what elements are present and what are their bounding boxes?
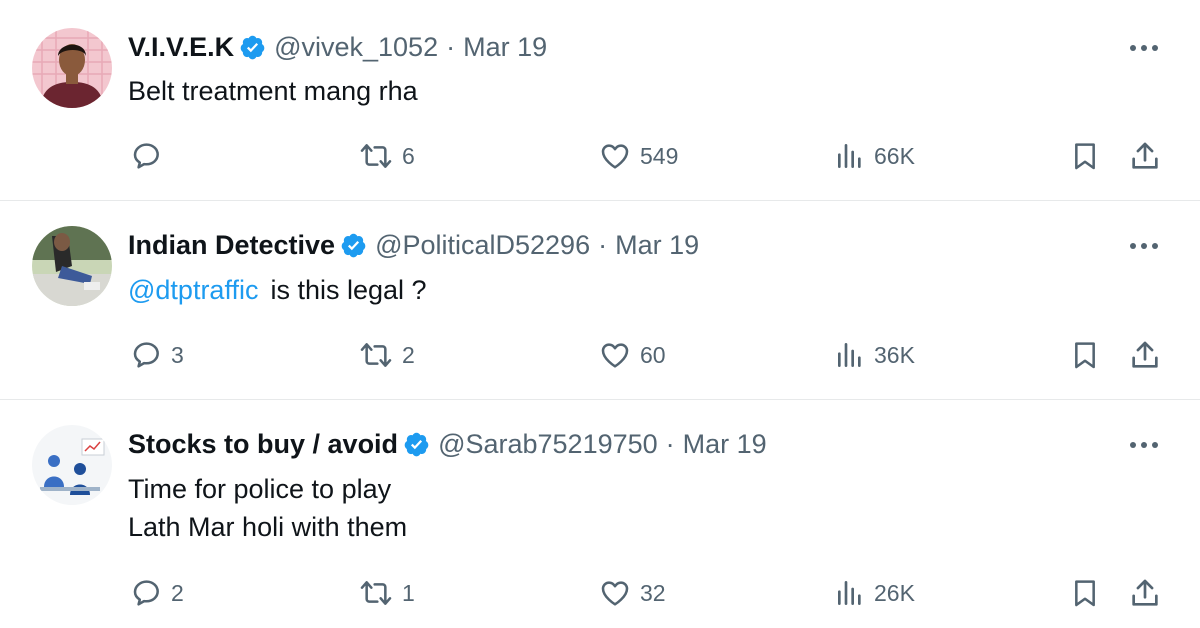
tweet-1[interactable]: V.I.V.E.K @vivek_1052 · Mar 19 Belt trea…	[0, 0, 1200, 200]
tweet-header: V.I.V.E.K @vivek_1052 · Mar 19	[128, 30, 547, 64]
retweet-icon	[360, 581, 392, 605]
tweet-text: Time for police to play Lath Mar holi wi…	[128, 470, 407, 546]
reply-icon	[133, 342, 159, 368]
avatar-image	[32, 28, 112, 108]
share-button[interactable]	[1128, 335, 1162, 375]
views-count: 26K	[874, 579, 915, 606]
tweet-text: Belt treatment mang rha	[128, 72, 418, 110]
bookmark-button[interactable]	[1069, 335, 1101, 375]
views-count: 36K	[874, 341, 915, 368]
more-options-icon[interactable]	[1126, 231, 1162, 261]
retweet-count: 2	[402, 341, 415, 368]
separator-dot: ·	[446, 31, 456, 62]
heart-icon	[601, 581, 629, 606]
reply-count: 2	[171, 579, 184, 606]
tweet-date[interactable]: Mar 19	[463, 32, 547, 63]
bookmark-icon	[1075, 143, 1095, 170]
tweet-3[interactable]: Stocks to buy / avoid @Sarab75219750 · M…	[0, 400, 1200, 628]
share-icon	[1132, 142, 1158, 169]
views-icon	[838, 581, 861, 605]
retweet-icon	[360, 343, 392, 367]
tweet-text-line: Lath Mar holi with them	[128, 512, 408, 542]
tweet-2[interactable]: Indian Detective @PoliticalD52296 · Mar …	[0, 201, 1200, 399]
like-count: 60	[640, 341, 666, 368]
author-name[interactable]: Stocks to buy / avoid	[128, 429, 398, 460]
like-count: 32	[640, 579, 666, 606]
bookmark-icon	[1075, 580, 1095, 607]
more-options-icon[interactable]	[1126, 430, 1162, 460]
retweet-button[interactable]: 2	[358, 335, 415, 375]
tweet-text-line: Time for police to play	[128, 474, 392, 504]
verified-icon	[403, 431, 430, 458]
views-icon	[838, 343, 861, 367]
retweet-icon	[360, 144, 392, 168]
share-icon	[1132, 341, 1158, 368]
reply-icon	[133, 143, 159, 169]
separator-dot: ·	[598, 229, 608, 260]
separator-dot: ·	[665, 428, 675, 459]
tweet-date[interactable]: Mar 19	[683, 429, 767, 460]
author-name[interactable]: Indian Detective	[128, 230, 335, 261]
author-handle[interactable]: @vivek_1052	[274, 32, 438, 63]
like-count: 549	[640, 142, 679, 169]
avatar-image	[32, 425, 112, 505]
bookmark-button[interactable]	[1069, 573, 1101, 613]
tweet-header: Indian Detective @PoliticalD52296 · Mar …	[128, 228, 699, 262]
retweet-count: 1	[402, 579, 415, 606]
reply-button[interactable]: 2	[131, 573, 184, 613]
tweet-header: Stocks to buy / avoid @Sarab75219750 · M…	[128, 427, 767, 461]
bookmark-button[interactable]	[1069, 136, 1101, 176]
tweet-text-content: is this legal ?	[270, 275, 427, 305]
reply-icon	[133, 580, 159, 606]
more-options-icon[interactable]	[1126, 33, 1162, 63]
heart-icon	[601, 343, 629, 368]
like-button[interactable]: 60	[598, 335, 666, 375]
retweet-count: 6	[402, 142, 415, 169]
tweet-text: @dtptraffic is this legal ?	[128, 271, 427, 309]
reply-button[interactable]	[131, 136, 163, 176]
verified-icon	[340, 232, 367, 259]
retweet-button[interactable]: 6	[358, 136, 415, 176]
like-button[interactable]: 549	[598, 136, 678, 176]
views-button[interactable]: 66K	[834, 136, 915, 176]
bookmark-icon	[1075, 342, 1095, 369]
reply-button[interactable]: 3	[131, 335, 184, 375]
tweet-date[interactable]: Mar 19	[615, 230, 699, 261]
author-name[interactable]: V.I.V.E.K	[128, 32, 234, 63]
author-handle[interactable]: @PoliticalD52296	[375, 230, 590, 261]
avatar-image	[32, 226, 112, 306]
avatar-vivek[interactable]	[32, 28, 112, 108]
like-button[interactable]: 32	[598, 573, 666, 613]
views-button[interactable]: 26K	[834, 573, 915, 613]
avatar-indian-detective[interactable]	[32, 226, 112, 306]
views-button[interactable]: 36K	[834, 335, 915, 375]
share-button[interactable]	[1128, 136, 1162, 176]
avatar-stocks[interactable]	[32, 425, 112, 505]
views-count: 66K	[874, 142, 915, 169]
verified-icon	[239, 34, 266, 61]
retweet-button[interactable]: 1	[358, 573, 415, 613]
heart-icon	[601, 144, 629, 169]
views-icon	[838, 144, 861, 168]
reply-count: 3	[171, 341, 184, 368]
share-icon	[1132, 579, 1158, 606]
tweet-text-line: Belt treatment mang rha	[128, 76, 418, 106]
mention-link[interactable]: @dtptraffic	[128, 275, 258, 305]
share-button[interactable]	[1128, 573, 1162, 613]
author-handle[interactable]: @Sarab75219750	[438, 429, 658, 460]
